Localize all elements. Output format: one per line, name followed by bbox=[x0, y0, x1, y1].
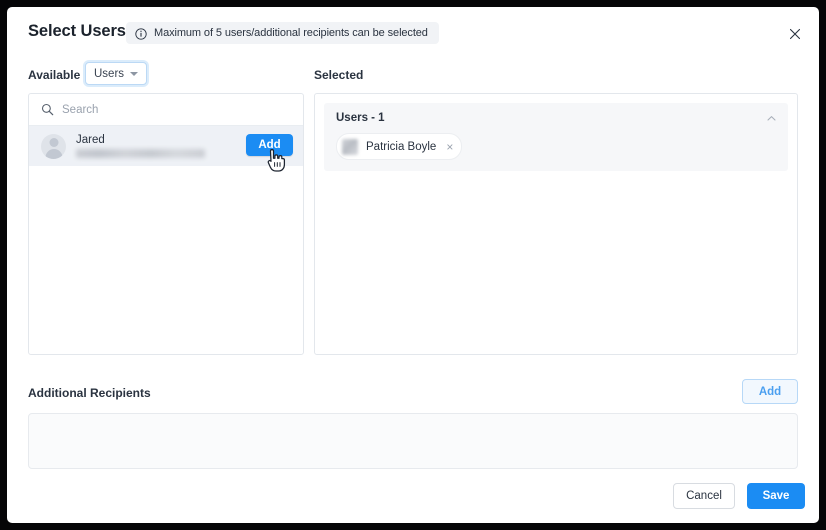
additional-recipients-label: Additional Recipients bbox=[28, 386, 151, 400]
selected-group-users: Users - 1 Patricia Boyle × bbox=[324, 103, 788, 171]
cancel-button[interactable]: Cancel bbox=[673, 483, 735, 509]
selected-chip[interactable]: Patricia Boyle × bbox=[336, 133, 463, 160]
info-banner-text: Maximum of 5 users/additional recipients… bbox=[154, 27, 428, 39]
add-recipient-button[interactable]: Add bbox=[742, 379, 798, 404]
available-label: Available bbox=[28, 68, 81, 82]
user-meta: Jared bbox=[76, 134, 205, 158]
search-input[interactable] bbox=[62, 103, 262, 116]
info-banner: Maximum of 5 users/additional recipients… bbox=[126, 22, 439, 44]
selected-panel: Users - 1 Patricia Boyle × bbox=[314, 93, 798, 355]
close-icon[interactable] bbox=[786, 25, 804, 43]
user-email-redacted bbox=[76, 149, 205, 158]
avatar-placeholder-icon bbox=[41, 133, 66, 159]
screenshot-frame: Select Users Maximum of 5 users/addition… bbox=[0, 0, 826, 530]
dialog-title: Select Users bbox=[28, 22, 126, 40]
search-row[interactable] bbox=[29, 94, 303, 126]
user-name: Jared bbox=[76, 134, 105, 146]
additional-recipients-box[interactable] bbox=[28, 413, 798, 469]
list-item[interactable]: Jared Add bbox=[29, 126, 303, 166]
add-user-button[interactable]: Add bbox=[246, 134, 293, 156]
avatar bbox=[342, 138, 358, 155]
close-icon[interactable]: × bbox=[446, 141, 453, 153]
selected-group-title: Users - 1 bbox=[336, 112, 385, 124]
info-circle-icon bbox=[135, 27, 147, 40]
available-panel: Jared Add bbox=[28, 93, 304, 355]
selected-label: Selected bbox=[314, 68, 364, 82]
chip-name: Patricia Boyle bbox=[366, 140, 437, 153]
select-users-dialog: Select Users Maximum of 5 users/addition… bbox=[7, 7, 819, 523]
chevron-up-icon[interactable] bbox=[765, 112, 778, 125]
users-dropdown-value: Users bbox=[94, 67, 125, 80]
users-type-dropdown[interactable]: Users bbox=[85, 62, 148, 85]
save-button[interactable]: Save bbox=[747, 483, 805, 509]
search-icon bbox=[41, 103, 54, 116]
dialog-header: Select Users Maximum of 5 users/addition… bbox=[7, 7, 819, 57]
chevron-down-icon bbox=[130, 71, 139, 76]
